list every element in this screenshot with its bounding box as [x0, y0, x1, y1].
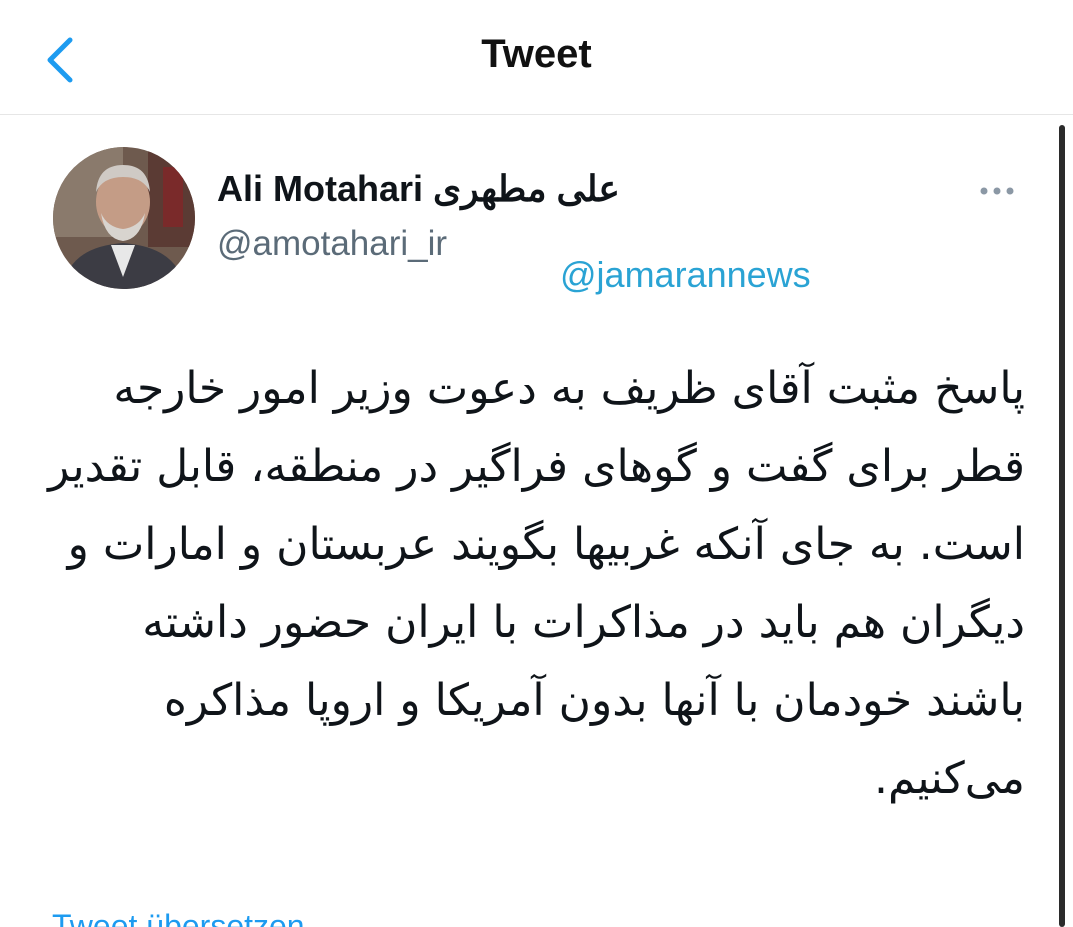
watermark-label: @jamarannews [560, 254, 811, 295]
ellipsis-icon [980, 187, 1014, 195]
author-handle[interactable]: @amotahari_ir [217, 224, 447, 264]
page-title: Tweet [481, 32, 592, 76]
avatar[interactable] [53, 147, 195, 289]
scrollbar[interactable] [1059, 125, 1065, 927]
tweet-page: Tweet Ali Motahari علی مطهری @amotahari_… [0, 0, 1073, 927]
avatar-photo [53, 147, 195, 289]
author-name[interactable]: Ali Motahari علی مطهری [217, 168, 620, 210]
top-bar: Tweet [0, 0, 1073, 115]
translate-tweet-link[interactable]: Tweet übersetzen [52, 908, 305, 927]
tweet-text: پاسخ مثبت آقای ظریف به دعوت وزیر امور خا… [48, 363, 1025, 804]
more-options-button[interactable] [972, 176, 1022, 206]
